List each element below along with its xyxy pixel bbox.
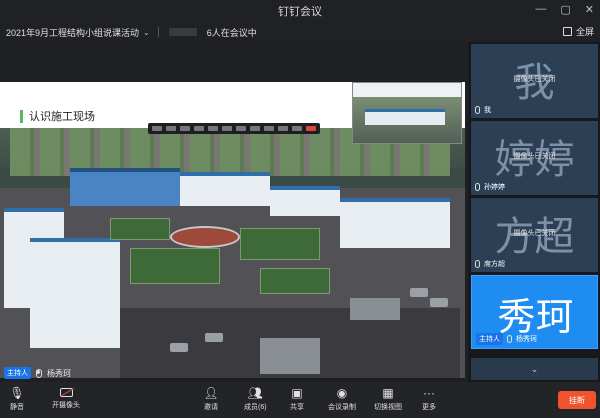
camera-button[interactable]: 开摄像头 bbox=[52, 386, 80, 410]
site-building bbox=[270, 186, 340, 216]
close-icon[interactable]: ✕ bbox=[585, 3, 594, 16]
front-building bbox=[30, 238, 120, 348]
host-badge: 主持人 bbox=[476, 333, 503, 345]
record-icon: ◉ bbox=[336, 385, 348, 400]
share-button[interactable]: ▣ 共享 bbox=[290, 386, 304, 412]
chevron-down-icon[interactable]: ⌄ bbox=[143, 28, 150, 37]
car bbox=[170, 343, 188, 352]
heading-accent-bar bbox=[20, 109, 23, 123]
car bbox=[410, 288, 428, 297]
camera-off-status: 摄像头已关闭 bbox=[513, 230, 556, 237]
meeting-info-bar: 2021年9月工程结构小组说课活动 ⌄ 6人在会议中 全屏 bbox=[0, 22, 600, 42]
presentation-toolbar[interactable] bbox=[148, 123, 320, 134]
car bbox=[205, 333, 223, 342]
add-user-icon: 👤︎ bbox=[203, 385, 219, 400]
window-controls: — ▢ ✕ bbox=[535, 3, 594, 16]
camera-off-status: 摄像头已关闭 bbox=[513, 76, 556, 83]
mute-label: 静音 bbox=[10, 404, 24, 411]
slide-heading-text: 认识施工现场 bbox=[29, 111, 95, 123]
window-titlebar: 钉钉会议 — ▢ ✕ bbox=[0, 0, 600, 22]
participant-name: 孙婷婷 bbox=[484, 184, 505, 191]
lawn bbox=[240, 228, 320, 260]
mute-button[interactable]: 🎙︎ 静音 bbox=[9, 385, 25, 412]
fullscreen-label: 全屏 bbox=[575, 27, 594, 37]
participant-tile[interactable]: 婷婷 摄像头已关闭 孙婷婷 bbox=[471, 121, 598, 195]
mic-icon bbox=[36, 368, 42, 378]
participant-panel: 我 摄像头已关闭 我 婷婷 摄像头已关闭 孙婷婷 方超 摄像头已关闭 席方超 秀… bbox=[469, 42, 600, 382]
more-icon: ··· bbox=[423, 385, 435, 400]
slide-heading: 认识施工现场 bbox=[20, 108, 95, 124]
shared-screen-stage: 认识施工现场 主持人 杨秀珂 bbox=[0, 42, 468, 382]
switch-view-button[interactable]: ▦ 切换视图 bbox=[374, 386, 402, 412]
plaza bbox=[170, 226, 240, 248]
lawn bbox=[130, 248, 220, 284]
more-label: 更多 bbox=[422, 404, 436, 411]
meeting-toolbar: 🎙︎ 静音 开摄像头 👤︎ 邀请 👥︎ 成员(6) ▣ 共享 ◉ 会议录制 ▦ … bbox=[0, 382, 600, 418]
construction-site-image bbox=[0, 128, 465, 378]
lawn bbox=[110, 218, 170, 240]
host-name: 杨秀珂 bbox=[47, 368, 71, 378]
record-button[interactable]: ◉ 会议录制 bbox=[328, 386, 356, 412]
meeting-title[interactable]: 2021年9月工程结构小组说课活动 bbox=[6, 26, 139, 39]
lawn bbox=[260, 268, 330, 294]
invite-label: 邀请 bbox=[204, 404, 218, 411]
members-button[interactable]: 👥︎ 成员(6) bbox=[244, 386, 267, 412]
more-button[interactable]: ··· 更多 bbox=[422, 386, 436, 412]
record-label: 会议录制 bbox=[328, 404, 356, 411]
participant-tile[interactable]: 方超 摄像头已关闭 席方超 bbox=[471, 198, 598, 272]
host-badge: 主持人 bbox=[4, 367, 31, 379]
guard-house bbox=[350, 298, 400, 320]
office-building bbox=[70, 168, 180, 206]
mic-icon bbox=[475, 260, 480, 268]
mic-icon bbox=[475, 106, 480, 114]
microphone-icon: 🎙︎ bbox=[9, 385, 25, 400]
prefab-building bbox=[340, 198, 450, 248]
invite-button[interactable]: 👤︎ 邀请 bbox=[203, 385, 219, 412]
fullscreen-button[interactable]: 全屏 bbox=[562, 25, 594, 38]
site-gate bbox=[260, 338, 320, 374]
participant-tile[interactable]: 我 摄像头已关闭 我 bbox=[471, 44, 598, 118]
participant-tile-active[interactable]: 秀珂 主持人 杨秀珂 bbox=[471, 275, 598, 349]
share-screen-icon: ▣ bbox=[291, 385, 303, 400]
share-label: 共享 bbox=[290, 404, 304, 411]
speaker-tag: 主持人 杨秀珂 bbox=[4, 367, 71, 379]
leave-meeting-button[interactable]: 挂断 bbox=[558, 391, 596, 409]
grid-view-icon: ▦ bbox=[382, 385, 394, 400]
scroll-down-button[interactable]: ⌄ bbox=[471, 358, 598, 380]
meeting-id-redacted bbox=[168, 28, 197, 36]
mic-icon bbox=[475, 183, 480, 191]
dormitory-building bbox=[180, 172, 270, 206]
chevron-down-icon: ⌄ bbox=[530, 363, 539, 374]
camera-off-status: 摄像头已关闭 bbox=[513, 153, 556, 160]
app-title: 钉钉会议 bbox=[278, 6, 322, 18]
participant-name: 席方超 bbox=[484, 261, 505, 268]
minimize-icon[interactable]: — bbox=[535, 3, 546, 16]
members-label: 成员(6) bbox=[244, 404, 267, 411]
divider bbox=[157, 27, 159, 37]
participant-count: 6人在会议中 bbox=[206, 27, 257, 38]
members-icon: 👥︎ bbox=[247, 385, 263, 400]
switch-view-label: 切换视图 bbox=[374, 404, 402, 411]
mic-icon bbox=[507, 335, 512, 343]
participant-name: 我 bbox=[484, 107, 491, 114]
car bbox=[430, 298, 448, 307]
camera-label: 开摄像头 bbox=[52, 402, 80, 409]
presenter-thumbnail bbox=[352, 82, 462, 144]
maximize-icon[interactable]: ▢ bbox=[560, 3, 570, 16]
fullscreen-icon bbox=[562, 27, 572, 36]
camera-off-icon bbox=[59, 388, 73, 397]
participant-name: 杨秀珂 bbox=[516, 336, 537, 343]
